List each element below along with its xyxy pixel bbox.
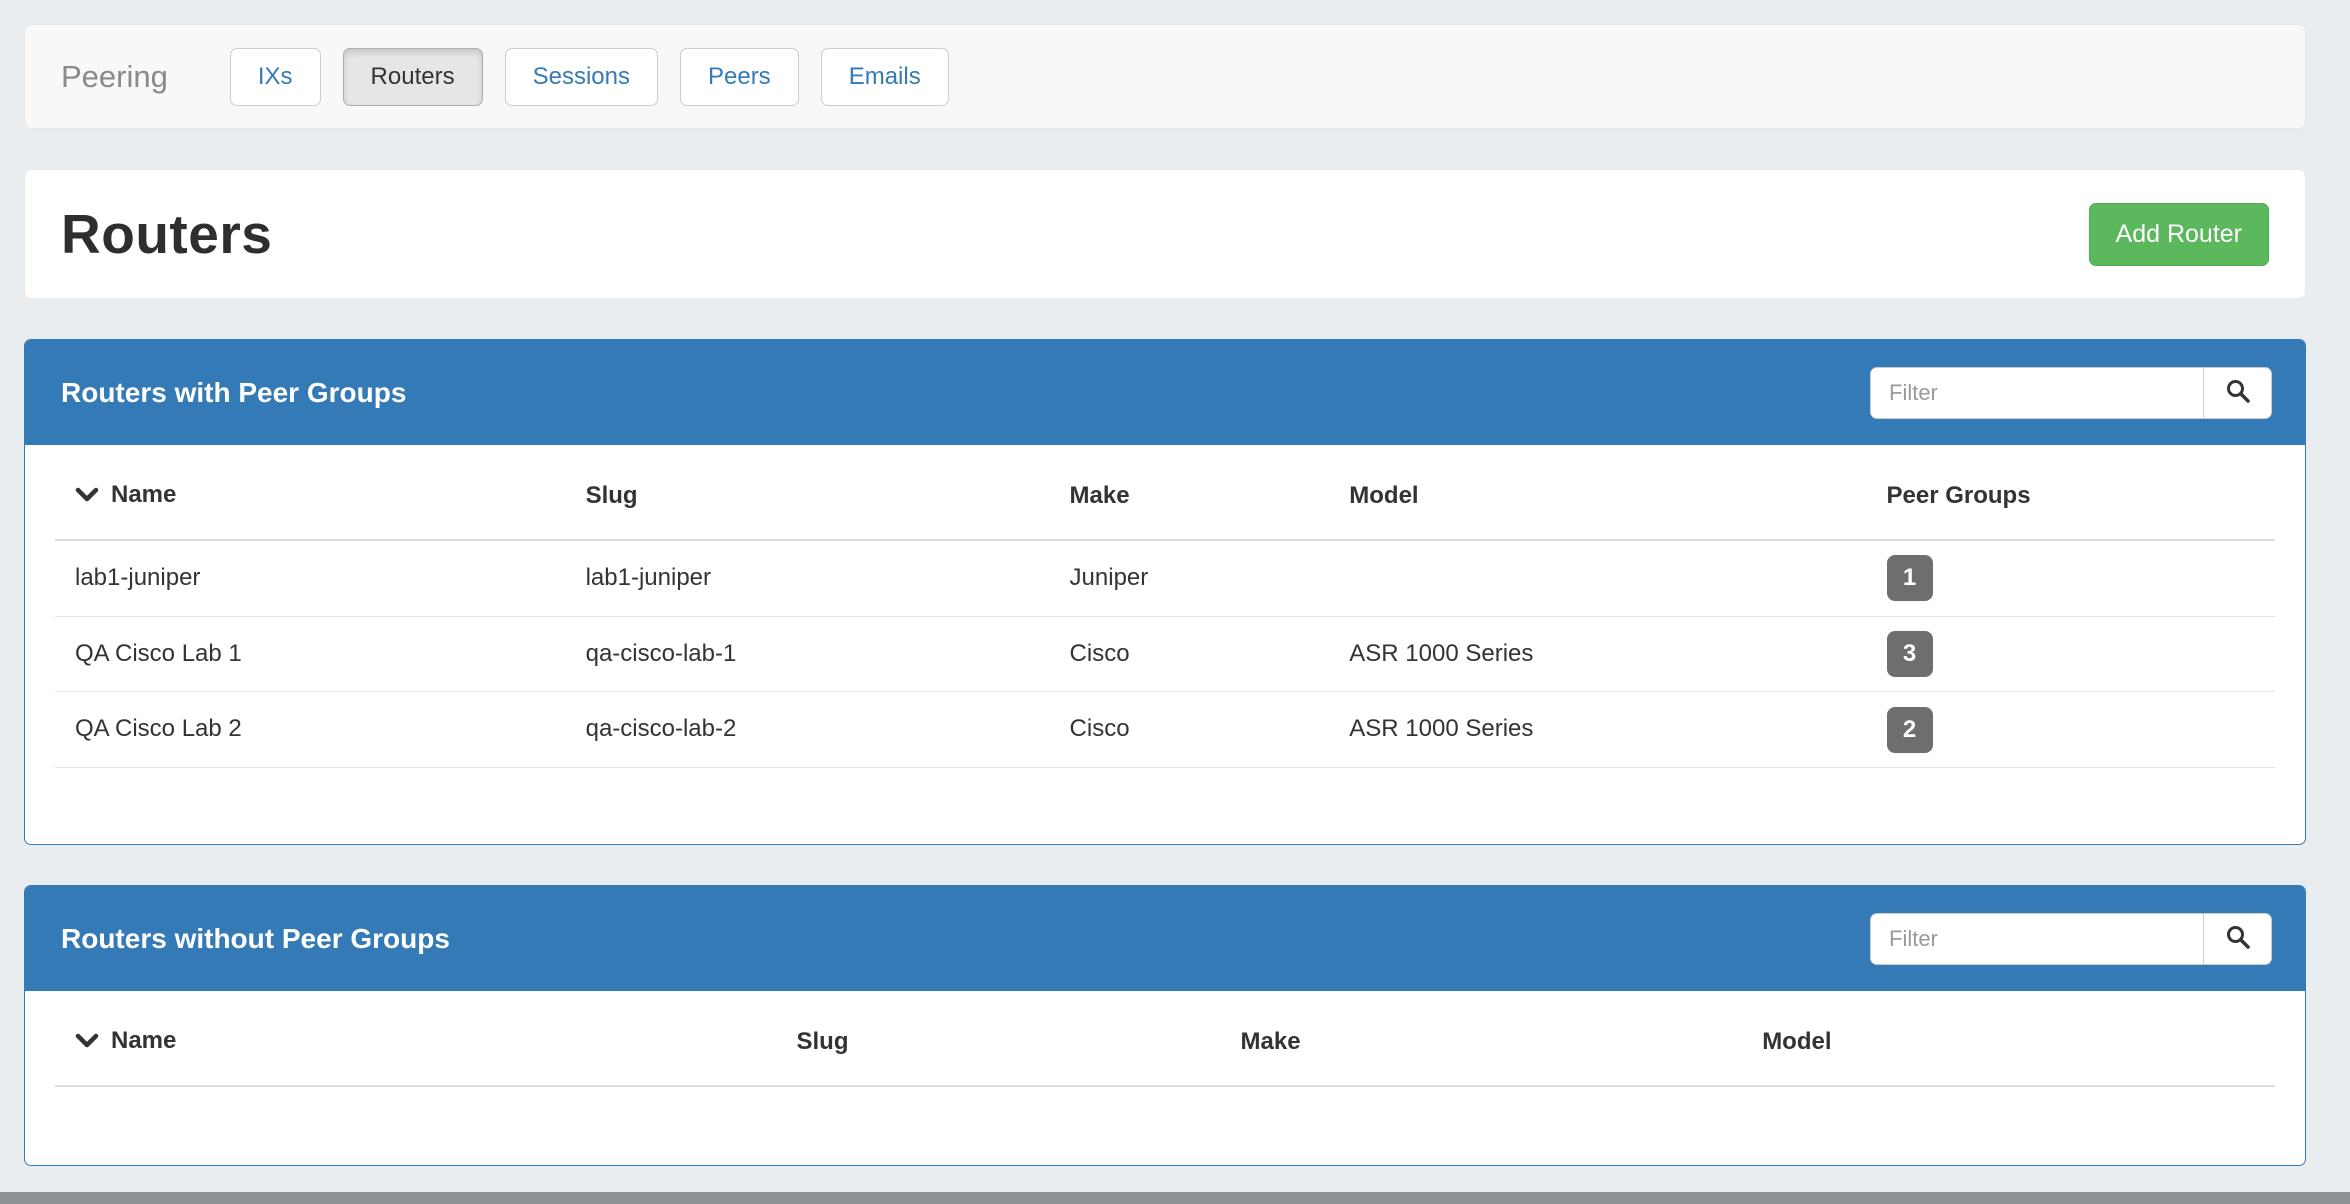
- routers-without-peer-groups-table: Name Slug Make Model: [55, 991, 2275, 1087]
- cell-slug: qa-cisco-lab-2: [566, 692, 1050, 768]
- column-header-peer-groups[interactable]: Peer Groups: [1867, 445, 2276, 540]
- table-header-row: Name Slug Make Model Peer Groups: [55, 445, 2275, 540]
- nav-sessions-button[interactable]: Sessions: [505, 48, 658, 106]
- page-container: Peering IXs Routers Sessions Peers Email…: [24, 0, 2306, 1166]
- table-row: QA Cisco Lab 2 qa-cisco-lab-2 Cisco ASR …: [55, 692, 2275, 768]
- nav-emails-button[interactable]: Emails: [821, 48, 949, 106]
- search-icon: [2225, 924, 2251, 953]
- nav-ixs-button[interactable]: IXs: [230, 48, 321, 106]
- column-header-label: Name: [111, 1027, 176, 1054]
- add-router-button[interactable]: Add Router: [2089, 203, 2269, 266]
- window-bottom-edge: [0, 1192, 2350, 1204]
- cell-peer-groups: 1: [1867, 540, 2276, 616]
- table-header-row: Name Slug Make Model: [55, 991, 2275, 1086]
- peer-groups-badge: 3: [1887, 631, 1933, 677]
- cell-slug: qa-cisco-lab-1: [566, 616, 1050, 692]
- routers-without-peer-groups-panel: Routers without Peer Groups: [24, 885, 2306, 1166]
- cell-peer-groups: 2: [1867, 692, 2276, 768]
- routers-with-peer-groups-table: Name Slug Make Model Peer Groups lab1-ju…: [55, 445, 2275, 768]
- cell-make: Juniper: [1050, 540, 1330, 616]
- nav-routers-button[interactable]: Routers: [343, 48, 483, 106]
- cell-name: lab1-juniper: [55, 540, 566, 616]
- nav-peers-button[interactable]: Peers: [680, 48, 799, 106]
- panel-title: Routers without Peer Groups: [61, 922, 450, 956]
- filter-input[interactable]: [1870, 913, 2204, 965]
- cell-make: Cisco: [1050, 616, 1330, 692]
- peer-groups-badge: 1: [1887, 555, 1933, 601]
- search-button[interactable]: [2204, 367, 2272, 419]
- column-header-slug[interactable]: Slug: [566, 445, 1050, 540]
- panel-heading: Routers without Peer Groups: [25, 886, 2305, 991]
- top-navbar: Peering IXs Routers Sessions Peers Email…: [24, 24, 2306, 129]
- column-header-model[interactable]: Model: [1742, 991, 2275, 1086]
- cell-model: ASR 1000 Series: [1329, 692, 1866, 768]
- routers-with-peer-groups-panel: Routers with Peer Groups: [24, 339, 2306, 845]
- column-header-make[interactable]: Make: [1221, 991, 1743, 1086]
- cell-make: Cisco: [1050, 692, 1330, 768]
- cell-model: [1329, 540, 1866, 616]
- cell-slug: lab1-juniper: [566, 540, 1050, 616]
- peer-groups-badge: 2: [1887, 707, 1933, 753]
- app-brand: Peering: [61, 58, 168, 95]
- cell-name: QA Cisco Lab 2: [55, 692, 566, 768]
- cell-peer-groups: 3: [1867, 616, 2276, 692]
- filter-group: [1870, 913, 2272, 965]
- column-header-label: Name: [111, 481, 176, 508]
- filter-group: [1870, 367, 2272, 419]
- panel-body: Name Slug Make Model Peer Groups lab1-ju…: [25, 445, 2305, 844]
- panel-heading: Routers with Peer Groups: [25, 340, 2305, 445]
- cell-name: QA Cisco Lab 1: [55, 616, 566, 692]
- column-header-make[interactable]: Make: [1050, 445, 1330, 540]
- search-button[interactable]: [2204, 913, 2272, 965]
- table-row: lab1-juniper lab1-juniper Juniper 1: [55, 540, 2275, 616]
- sort-chevron-down-icon: [75, 482, 99, 511]
- column-header-name[interactable]: Name: [55, 445, 566, 540]
- sort-chevron-down-icon: [75, 1028, 99, 1057]
- column-header-name[interactable]: Name: [55, 991, 777, 1086]
- column-header-slug[interactable]: Slug: [777, 991, 1221, 1086]
- column-header-model[interactable]: Model: [1329, 445, 1866, 540]
- page-title: Routers: [61, 201, 272, 267]
- filter-input[interactable]: [1870, 367, 2204, 419]
- search-icon: [2225, 378, 2251, 407]
- panel-title: Routers with Peer Groups: [61, 376, 406, 410]
- page-header-panel: Routers Add Router: [24, 169, 2306, 299]
- table-row: QA Cisco Lab 1 qa-cisco-lab-1 Cisco ASR …: [55, 616, 2275, 692]
- panel-body: Name Slug Make Model: [25, 991, 2305, 1165]
- cell-model: ASR 1000 Series: [1329, 616, 1866, 692]
